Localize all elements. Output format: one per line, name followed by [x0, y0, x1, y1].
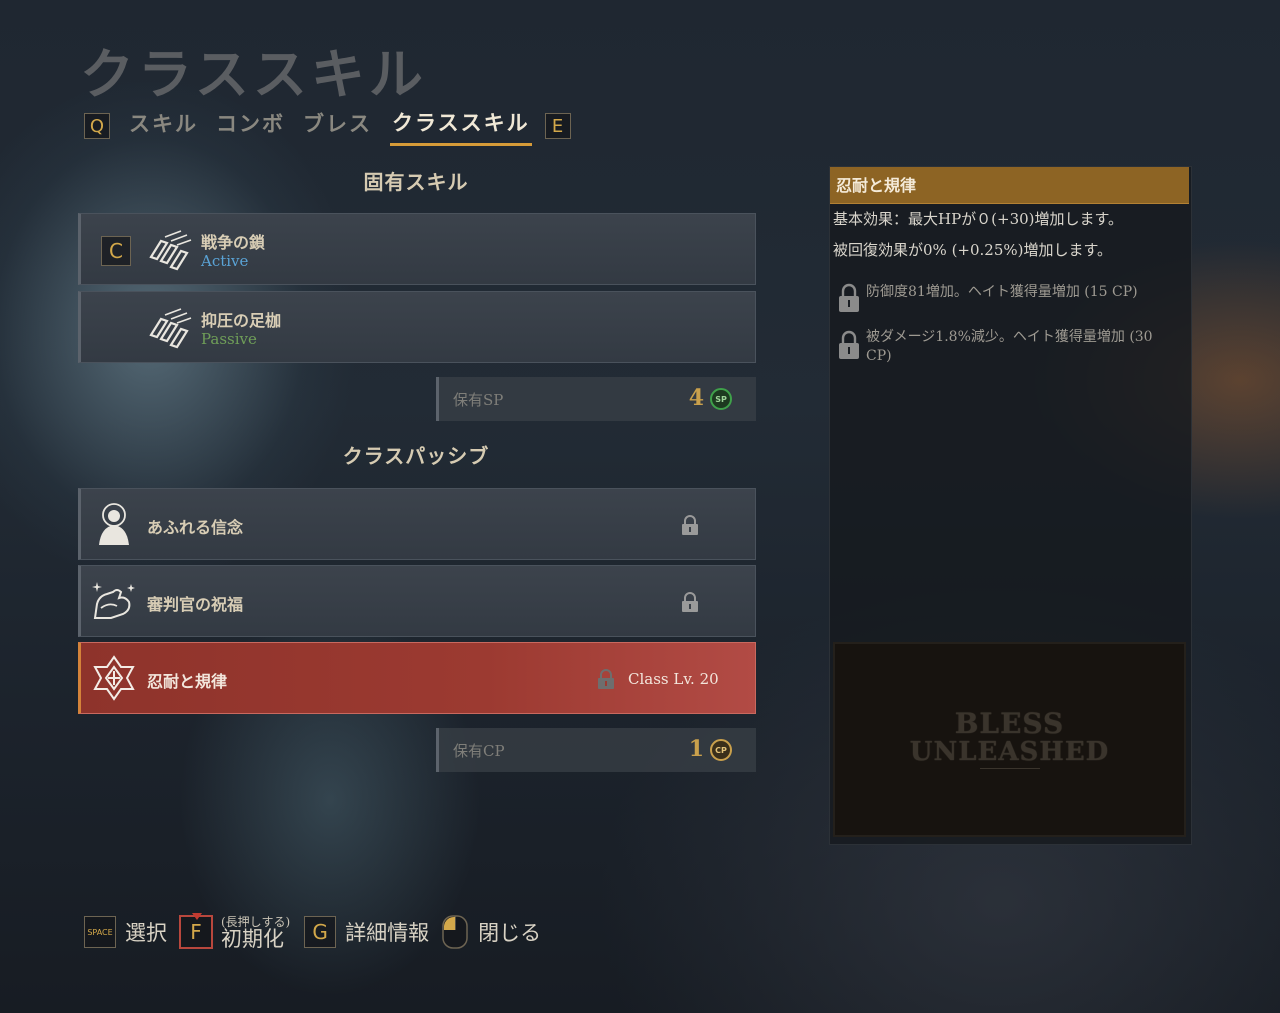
- chains-icon: [149, 230, 192, 271]
- skill-hotkey: C: [101, 236, 131, 266]
- tab-skill[interactable]: スキル: [129, 108, 198, 144]
- prev-tab-key[interactable]: Q: [84, 113, 110, 139]
- chains-icon: [149, 308, 192, 349]
- level-requirement: Class Lv. 20: [628, 670, 719, 688]
- flexed-arm-icon: [92, 582, 135, 619]
- tab-bar: Q スキル コンボ ブレス クラススキル E: [84, 104, 571, 148]
- skill-row-war-chains[interactable]: C 戦争の鎖 Active: [78, 213, 756, 285]
- saint-icon: [99, 503, 129, 545]
- reset-label: 初期化: [221, 927, 284, 951]
- perk-item: 防御度81増加。ヘイト獲得量増加 (15 CP): [838, 283, 1178, 315]
- details-key[interactable]: G: [304, 916, 337, 948]
- cp-label: 保有CP: [453, 742, 505, 760]
- lock-icon: [839, 283, 859, 312]
- passive-row-overflowing-faith[interactable]: あふれる信念: [78, 488, 756, 560]
- sp-counter: 保有SP 4 SP: [436, 377, 756, 421]
- perk-text: 被ダメージ1.8%減少。ヘイト獲得量増加 (30 CP): [866, 329, 1153, 364]
- cp-counter: 保有CP 1 CP: [436, 728, 756, 772]
- skill-name: 戦争の鎖: [201, 233, 266, 252]
- logo-line-unleashed: UNLEASHED: [909, 737, 1110, 767]
- passive-name: 忍耐と規律: [147, 672, 228, 691]
- detail-line: 基本効果：最大HPが０(+30)増加します。: [833, 210, 1124, 228]
- sp-coin-icon: SP: [710, 388, 732, 410]
- skill-row-suppression-shackles[interactable]: 抑圧の足枷 Passive: [78, 291, 756, 363]
- footer-controls: SPACE 選択 F (長押しする) 初期化 G 詳細情報 閉じる: [84, 910, 553, 954]
- cp-coin-icon: CP: [710, 739, 732, 761]
- close-label: 閉じる: [478, 921, 542, 945]
- sp-value: 4: [688, 385, 704, 411]
- lock-icon: [682, 592, 698, 612]
- reset-label-group: (長押しする) 初期化: [221, 915, 290, 951]
- lock-icon: [682, 515, 698, 535]
- passive-row-endurance-discipline[interactable]: 忍耐と規律 Class Lv. 20: [78, 642, 756, 714]
- perk-item: 被ダメージ1.8%減少。ヘイト獲得量増加 (30 CP): [838, 328, 1178, 368]
- skill-detail-panel: 忍耐と規律 基本効果：最大HPが０(+30)増加します。 被回復効果が0% (+…: [829, 166, 1192, 845]
- detail-title: 忍耐と規律: [830, 167, 1189, 204]
- reset-key[interactable]: F: [179, 913, 213, 949]
- tab-combo[interactable]: コンボ: [216, 108, 285, 144]
- details-label: 詳細情報: [345, 921, 430, 945]
- select-label: 選択: [125, 921, 167, 945]
- lock-icon: [839, 330, 859, 359]
- passive-name: あふれる信念: [147, 518, 244, 537]
- innate-skills-heading: 固有スキル: [363, 170, 469, 194]
- crest-icon: [93, 655, 135, 701]
- skill-name: 抑圧の足枷: [201, 311, 282, 330]
- space-key[interactable]: SPACE: [84, 916, 116, 948]
- passive-row-judge-blessing[interactable]: 審判官の祝福: [78, 565, 756, 637]
- cp-value: 1: [688, 736, 704, 762]
- detail-line: 被回復効果が0% (+0.25%)増加します。: [833, 241, 1112, 259]
- passive-name: 審判官の祝福: [147, 595, 244, 614]
- perk-text: 防御度81増加。ヘイト獲得量増加 (15 CP): [866, 284, 1138, 300]
- reset-key-letter: F: [190, 920, 202, 944]
- mouse-icon[interactable]: [441, 914, 469, 950]
- lock-icon: [598, 669, 614, 689]
- sp-label: 保有SP: [453, 391, 504, 409]
- skill-type: Active: [201, 252, 249, 270]
- tab-class-skill[interactable]: クラススキル: [390, 107, 532, 146]
- tab-bless[interactable]: ブレス: [303, 108, 372, 144]
- skill-type: Passive: [201, 330, 257, 348]
- hold-indicator-icon: [192, 913, 202, 920]
- skill-preview-image: BLESS UNLEASHED: [833, 642, 1186, 837]
- next-tab-key[interactable]: E: [544, 113, 571, 139]
- page-title: クラススキル: [80, 42, 427, 106]
- logo-line-bless: BLESS: [954, 707, 1065, 740]
- class-passive-heading: クラスパッシブ: [342, 444, 490, 468]
- logo-ornament: [979, 768, 1040, 769]
